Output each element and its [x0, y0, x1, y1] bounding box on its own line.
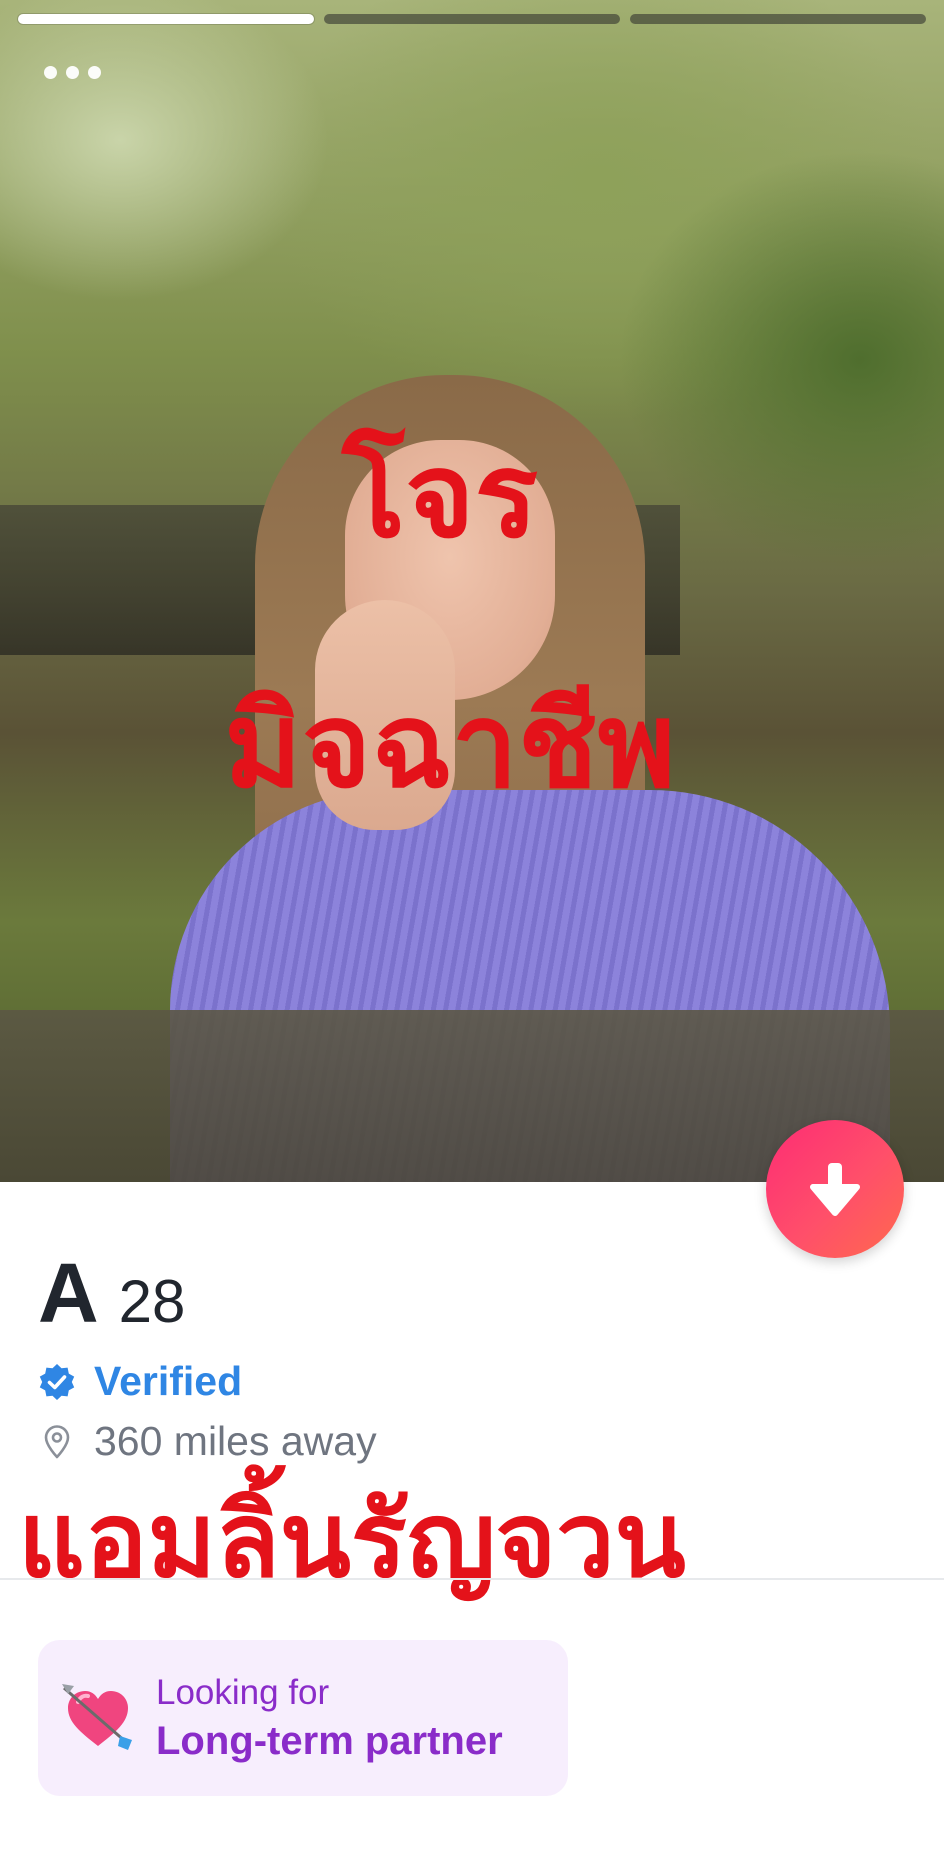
looking-for-text: Looking for Long-term partner: [156, 1673, 503, 1764]
heart-with-arrow-icon: [62, 1684, 132, 1750]
collapse-profile-button[interactable]: [766, 1120, 904, 1258]
arrow-down-icon: [810, 1163, 860, 1216]
looking-for-value: Long-term partner: [156, 1718, 503, 1763]
profile-age: 28: [118, 1268, 186, 1335]
section-divider: [0, 1578, 944, 1580]
more-dots-icon[interactable]: [44, 62, 114, 82]
dot: [66, 65, 79, 79]
distance-label: 360 miles away: [94, 1418, 377, 1464]
overlay-text-line-2: มิจฉาชีพ: [224, 676, 676, 814]
overlay-text-line-1: โจร: [342, 426, 538, 564]
photo-progress-segment-1[interactable]: [18, 14, 314, 24]
distance-row: 360 miles away: [38, 1418, 377, 1465]
photo-progress-segment-3[interactable]: [630, 14, 926, 24]
profile-photo[interactable]: [0, 0, 944, 1182]
photo-progress-segment-2[interactable]: [324, 14, 620, 24]
photo-progress-bar: [18, 14, 926, 26]
verified-badge-icon: [39, 1363, 75, 1400]
verified-row[interactable]: Verified: [38, 1358, 242, 1405]
dot: [44, 65, 57, 79]
looking-for-label: Looking for: [156, 1672, 330, 1712]
overlay-text-line-3: แอมลิ้นรัญจวน: [18, 1479, 686, 1601]
location-pin-icon: [44, 1424, 70, 1458]
profile-name-row: A 28: [38, 1245, 185, 1342]
profile-name: A: [38, 1246, 99, 1340]
dot: [88, 65, 101, 79]
looking-for-card[interactable]: Looking for Long-term partner: [38, 1640, 568, 1796]
verified-label: Verified: [94, 1358, 243, 1404]
